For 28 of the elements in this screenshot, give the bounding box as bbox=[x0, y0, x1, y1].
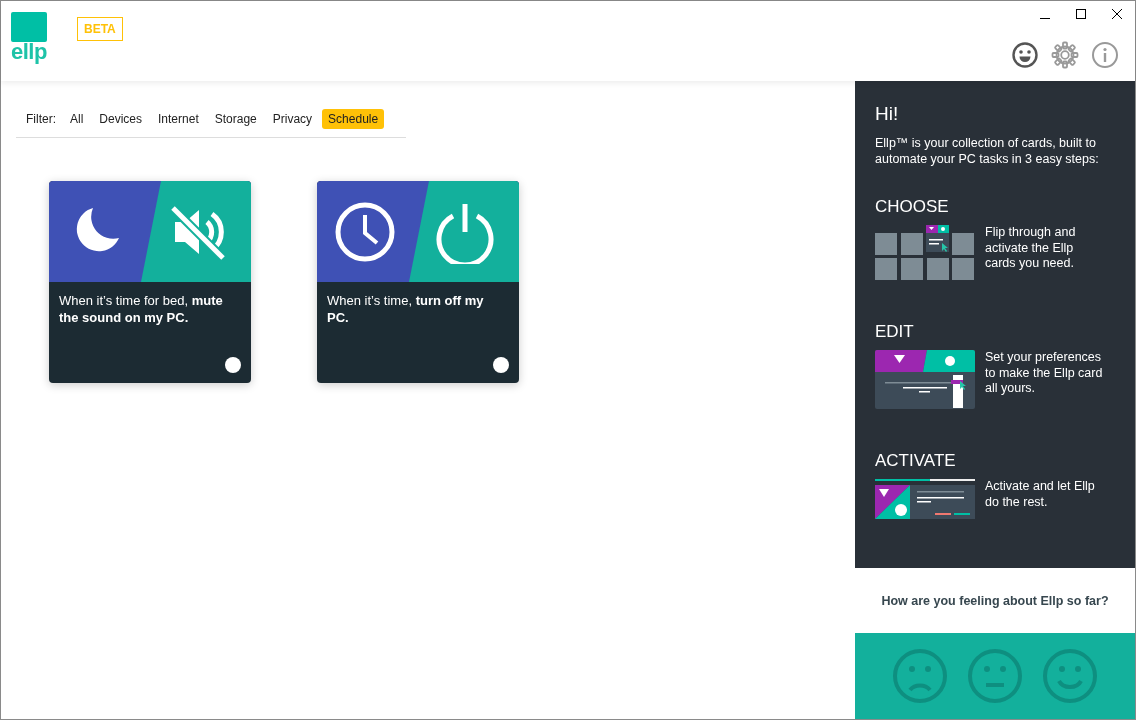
filter-tab[interactable]: Storage bbox=[208, 109, 263, 129]
step-description: Set your preferences to make the Ellp card all yours. bbox=[985, 350, 1103, 397]
filter-tab[interactable]: Internet bbox=[152, 109, 205, 129]
filter-tab[interactable]: Devices bbox=[93, 109, 149, 129]
filter-label: Filter: bbox=[26, 112, 56, 126]
panel-title: Hi! bbox=[875, 103, 900, 125]
step-title: ACTIVATE bbox=[875, 451, 957, 471]
logo-icon bbox=[11, 12, 47, 42]
filter-tab[interactable]: Privacy bbox=[266, 109, 319, 129]
filter-tab[interactable]: All bbox=[64, 109, 90, 129]
smiley-icon[interactable] bbox=[1011, 41, 1039, 69]
toggle-dot[interactable] bbox=[493, 357, 509, 373]
maximize-icon[interactable] bbox=[1075, 8, 1087, 20]
card-description: When it’s time, turn off my PC. bbox=[326, 292, 485, 326]
step-title: CHOOSE bbox=[875, 197, 950, 217]
close-icon[interactable] bbox=[1111, 8, 1123, 20]
settings-icon[interactable] bbox=[1051, 41, 1079, 69]
beta-badge: BETA bbox=[77, 17, 123, 41]
filter-tab[interactable]: Schedule bbox=[322, 109, 385, 129]
feedback-question: How are you feeling about Ellp so far? bbox=[881, 593, 1109, 608]
info-icon[interactable] bbox=[1091, 41, 1119, 69]
step-title: EDIT bbox=[875, 322, 915, 342]
step-description: Activate and let Ellp do the rest. bbox=[985, 479, 1096, 510]
card-description: When it’s time for bed, mute the sound on my PC. bbox=[58, 292, 224, 326]
logo-text: ellp bbox=[11, 42, 47, 62]
intro-text: Ellp™ is your collection of cards, built to automate your PC tasks in 3 easy steps: bbox=[875, 135, 1100, 167]
step-description: Flip through and activate the Ellp cards you need. bbox=[985, 225, 1077, 272]
toggle-dot[interactable] bbox=[225, 357, 241, 373]
